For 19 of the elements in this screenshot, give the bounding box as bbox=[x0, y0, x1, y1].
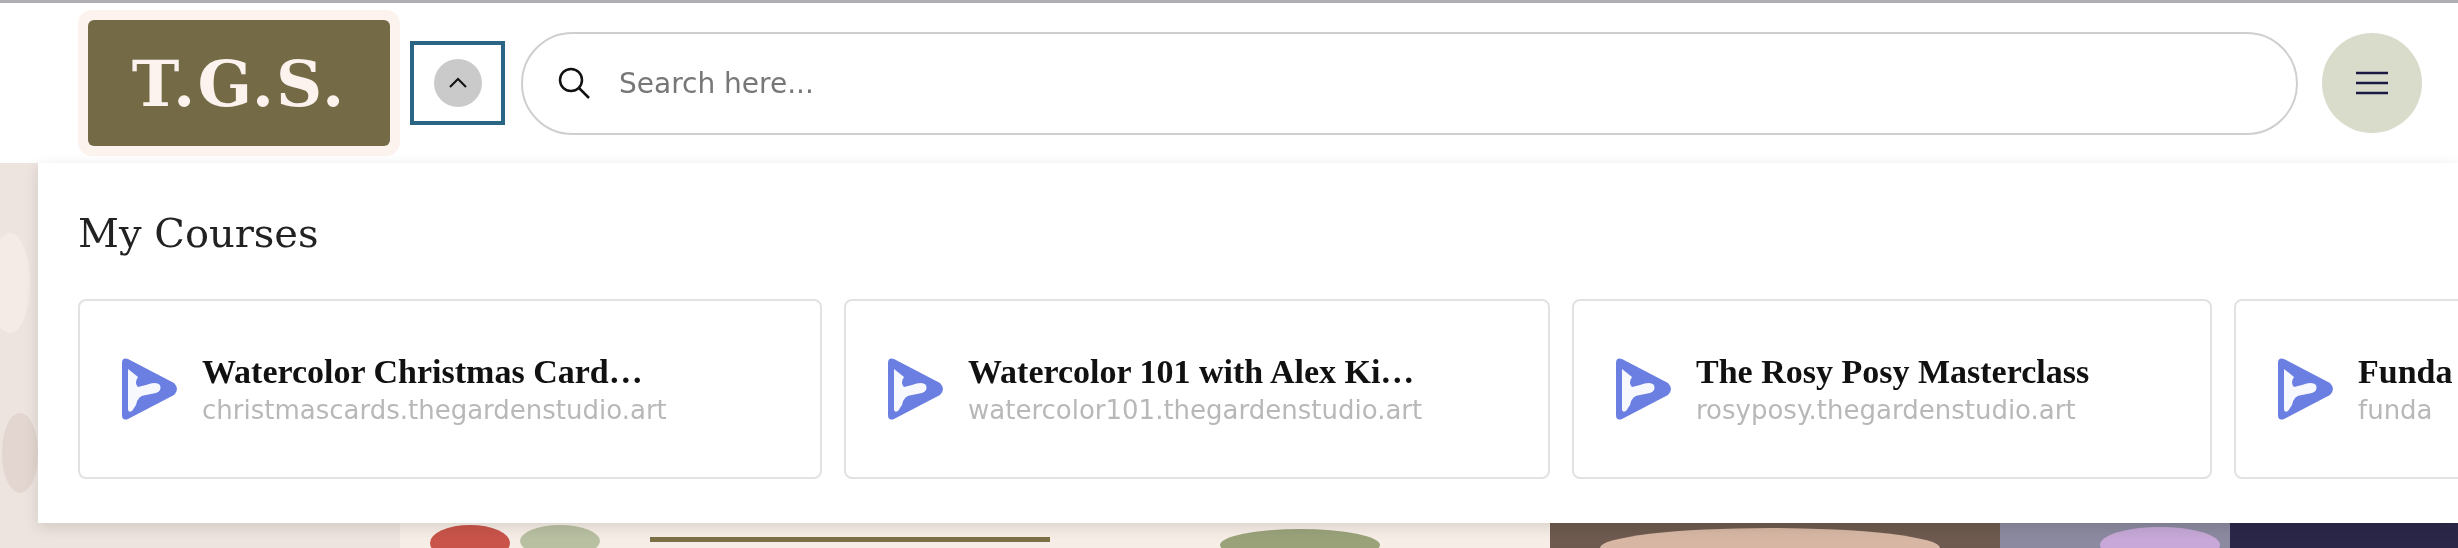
course-url: funda bbox=[2358, 395, 2434, 425]
course-card[interactable]: The Rosy Posy Masterclass rosyposy.thegardenstudio.art bbox=[1572, 299, 2212, 479]
chevron-icon bbox=[433, 59, 482, 107]
collapse-button[interactable] bbox=[410, 41, 505, 125]
course-url: watercolor101.thegardenstudio.art bbox=[968, 395, 1423, 425]
dropdown-title: My Courses bbox=[78, 209, 320, 257]
course-card[interactable]: Watercolor Christmas Card… christmascards.thegardenstudio.art bbox=[78, 299, 822, 479]
search-icon bbox=[557, 65, 591, 100]
logo[interactable]: T.G.S. bbox=[78, 10, 400, 156]
menu-icon bbox=[2355, 71, 2389, 95]
course-card[interactable]: Watercolor 101 with Alex Ki… watercolor101.thegardenstudio.art bbox=[844, 299, 1550, 479]
course-title: Funda bbox=[2358, 353, 2453, 391]
course-title: The Rosy Posy Masterclass bbox=[1696, 353, 2090, 391]
search-field[interactable]: Search here... bbox=[521, 31, 2298, 135]
course-card[interactable]: Funda funda bbox=[2234, 299, 2458, 479]
course-title: Watercolor Christmas Card… bbox=[202, 353, 644, 391]
course-url: rosyposy.thegardenstudio.art bbox=[1696, 395, 2077, 425]
course-url: christmascards.thegardenstudio.art bbox=[202, 395, 667, 425]
course-title: Watercolor 101 with Alex Ki… bbox=[968, 353, 1416, 391]
